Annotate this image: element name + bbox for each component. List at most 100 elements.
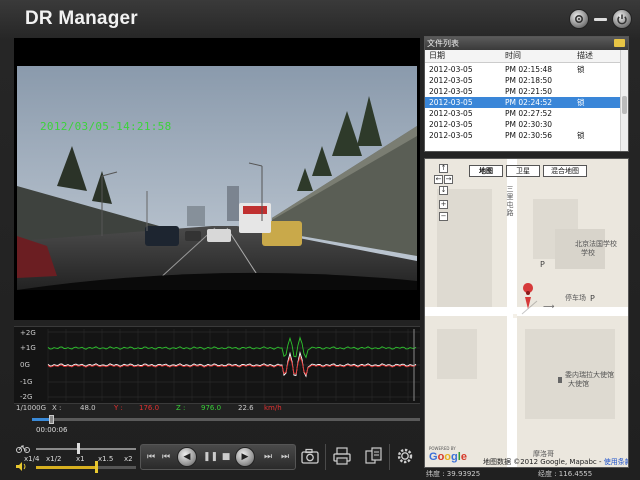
power-icon[interactable] xyxy=(612,9,632,29)
file-time-cell: PM 02:21:50 xyxy=(505,87,553,96)
file-time-cell: PM 02:30:56 xyxy=(505,131,553,140)
stop-icon[interactable]: ■ xyxy=(219,450,233,464)
file-list-row[interactable]: 2012-03-05 PM 02:27:52 xyxy=(425,108,621,119)
file-date-cell: 2012-03-05 xyxy=(429,109,473,118)
map-tab[interactable]: 地图 xyxy=(469,165,503,177)
terms-link[interactable]: 使用条款 xyxy=(604,458,628,466)
svg-text:P: P xyxy=(590,294,595,303)
last-file-icon[interactable]: ⏭ xyxy=(278,450,292,464)
video-player[interactable]: 2012/03/05-14:21:58 xyxy=(14,38,420,320)
speed-option-label[interactable]: x1.5 xyxy=(98,455,113,463)
map-tab[interactable]: 混合地图 xyxy=(543,165,587,177)
seek-track[interactable] xyxy=(32,418,420,421)
speed-option-label[interactable]: x1 xyxy=(76,455,85,463)
file-date-cell: 2012-03-05 xyxy=(429,65,473,74)
snapshot-camera-icon[interactable] xyxy=(300,446,320,466)
file-list-row[interactable]: 2012-03-05 PM 02:18:50 xyxy=(425,75,621,86)
x-label: X : xyxy=(52,404,62,412)
rewind-button[interactable]: ◀ xyxy=(177,447,197,467)
y-label-minus2g: -2G xyxy=(20,393,33,401)
file-desc-cell: 锁 xyxy=(577,98,585,107)
column-header-date[interactable]: 日期 xyxy=(429,50,445,61)
volume-icon[interactable] xyxy=(16,462,28,471)
copy-files-icon[interactable] xyxy=(364,446,384,466)
video-frame xyxy=(17,66,417,290)
file-desc-cell: 锁 xyxy=(577,65,585,74)
speed-slider-track[interactable] xyxy=(36,448,136,450)
file-date-cell: 2012-03-05 xyxy=(429,87,473,96)
seek-handle[interactable] xyxy=(49,415,54,424)
zoom-in-icon[interactable]: + xyxy=(439,200,448,209)
map-canvas[interactable]: P P ⟶ xyxy=(425,159,629,468)
file-desc-cell: 锁 xyxy=(577,131,585,140)
column-header-desc[interactable]: 描述 xyxy=(577,50,593,61)
file-list-title-text: 文件列表 xyxy=(427,39,459,48)
y-value: 176.0 xyxy=(139,404,160,412)
file-list-row[interactable]: 2012-03-05 PM 02:24:52 锁 xyxy=(425,97,621,108)
pan-down-icon[interactable]: ↓ xyxy=(439,186,448,195)
previous-frame-icon[interactable]: ⏮ xyxy=(159,450,173,464)
settings-gear-icon[interactable] xyxy=(395,446,415,466)
next-frame-icon[interactable]: ⏭ xyxy=(261,450,275,464)
volume-level xyxy=(36,466,96,469)
pan-up-icon[interactable]: ↑ xyxy=(439,164,448,173)
y-label-plus2g: +2G xyxy=(20,329,36,337)
speed-option-label[interactable]: x1/2 xyxy=(46,455,61,463)
file-list-scrollbar[interactable] xyxy=(620,50,628,151)
map-street-label: 三里屯路 xyxy=(506,185,514,217)
file-time-cell: PM 02:15:48 xyxy=(505,65,553,74)
g-sensor-graph[interactable]: +2G +1G 0G -1G -2G xyxy=(14,326,420,404)
scrollbar-thumb[interactable] xyxy=(622,96,627,114)
folder-icon[interactable] xyxy=(614,39,625,47)
file-date-cell: 2012-03-05 xyxy=(429,98,473,107)
settings-icon[interactable] xyxy=(569,9,589,29)
toolbar-divider xyxy=(325,444,326,470)
latitude-readout: 纬度 : 39.93925 xyxy=(426,470,481,478)
scale-label: 1/1000G xyxy=(16,404,47,412)
file-list-rows: 2012-03-05 PM 02:15:48 锁 2012-03-05 PM 02:18… xyxy=(425,64,621,141)
transport-controls: ⏮ ⏮ ◀ ❚❚ ■ ▶ ⏭ ⏭ xyxy=(140,444,296,470)
file-date-cell: 2012-03-05 xyxy=(429,120,473,129)
map-type-tabs: 地图 卫星 混合地图 xyxy=(469,165,590,177)
pan-left-icon[interactable]: ← xyxy=(434,175,443,184)
file-list-header: 日期 时间 描述 xyxy=(425,50,621,63)
app-window: DR Manager 2012/03/05-14:21:58 文件列表 日期 时… xyxy=(0,0,640,480)
zoom-out-icon[interactable]: − xyxy=(439,212,448,221)
seek-bar[interactable] xyxy=(14,414,420,426)
speed-icon xyxy=(16,445,30,453)
z-axis-trace xyxy=(47,336,417,359)
z-label: Z : xyxy=(176,404,186,412)
file-list-row[interactable]: 2012-03-05 PM 02:15:48 锁 xyxy=(425,64,621,75)
speed-option-label[interactable]: x2 xyxy=(124,455,133,463)
x-axis-trace xyxy=(47,350,417,378)
file-list-row[interactable]: 2012-03-05 PM 02:30:30 xyxy=(425,119,621,130)
file-list-row[interactable]: 2012-03-05 PM 02:21:50 xyxy=(425,86,621,97)
svg-text:⟶: ⟶ xyxy=(543,302,555,311)
title-bar: DR Manager xyxy=(0,0,640,36)
file-date-cell: 2012-03-05 xyxy=(429,131,473,140)
volume-slider-handle[interactable] xyxy=(95,461,98,473)
svg-text:P: P xyxy=(540,260,545,269)
map-panel[interactable]: P P ⟶ 地图 卫星 混合地图 ↑ ← → ↓ + − 三里屯路 北京法国学校 学… xyxy=(424,158,629,468)
minimize-button[interactable] xyxy=(594,18,607,21)
y-label-0g: 0G xyxy=(20,361,30,369)
play-button[interactable]: ▶ xyxy=(235,447,255,467)
map-attribution: 地图数据 ©2012 Google, Mapabc - 使用条款 xyxy=(483,457,628,467)
file-list-row[interactable]: 2012-03-05 PM 02:30:56 锁 xyxy=(425,130,621,141)
speed-slider-handle[interactable] xyxy=(77,443,80,454)
file-time-cell: PM 02:24:52 xyxy=(505,98,553,107)
map-school-label-2: 学校 xyxy=(581,249,595,257)
pause-icon[interactable]: ❚❚ xyxy=(203,450,218,464)
x-value: 48.0 xyxy=(80,404,96,412)
speed-unit: km/h xyxy=(264,404,282,412)
first-file-icon[interactable]: ⏮ xyxy=(144,450,158,464)
print-icon[interactable] xyxy=(332,446,352,466)
map-tab[interactable]: 卫星 xyxy=(506,165,540,177)
map-attribution-text: 地图数据 ©2012 Google, Mapabc - xyxy=(483,458,604,466)
pan-right-icon[interactable]: → xyxy=(444,175,453,184)
longitude-readout: 经度 : 116.4555 xyxy=(538,470,593,478)
column-header-time[interactable]: 时间 xyxy=(505,50,521,61)
google-logo: Google xyxy=(429,451,467,463)
file-list-title: 文件列表 xyxy=(425,37,628,50)
map-parking-label: 停车场 xyxy=(565,294,586,302)
